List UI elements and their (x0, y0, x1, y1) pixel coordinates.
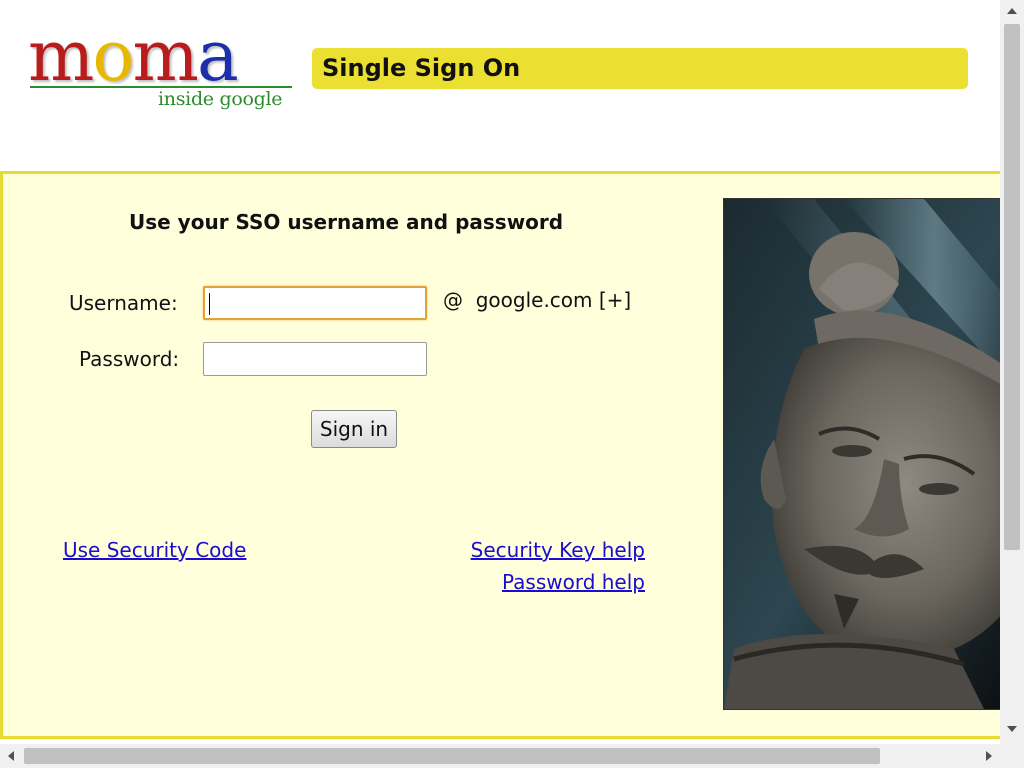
scroll-right-arrow-icon[interactable] (986, 751, 992, 761)
text-caret (209, 293, 210, 315)
signin-button[interactable]: Sign in (311, 410, 397, 448)
username-input[interactable] (203, 286, 427, 320)
horizontal-scroll-thumb[interactable] (24, 748, 880, 764)
vertical-scroll-thumb[interactable] (1004, 24, 1020, 550)
password-input[interactable] (203, 342, 427, 376)
password-help-link[interactable]: Password help (502, 570, 645, 594)
username-label: Username: (69, 291, 178, 315)
statue-illustration (724, 199, 1000, 709)
moma-logo: moma inside google (28, 15, 298, 120)
logo-tagline: inside google (158, 88, 283, 110)
domain-suffix[interactable]: @ google.com [+] (443, 288, 631, 312)
password-label: Password: (79, 347, 180, 371)
terracotta-warrior-photo (723, 198, 1000, 710)
horizontal-scrollbar[interactable] (0, 744, 1000, 768)
use-security-code-link[interactable]: Use Security Code (63, 538, 246, 562)
scrollbar-corner (1000, 744, 1024, 768)
page-viewport: moma inside google Single Sign On Use yo… (0, 0, 1000, 744)
title-bar: Single Sign On (312, 48, 968, 89)
scroll-down-arrow-icon[interactable] (1007, 726, 1017, 732)
page-title: Single Sign On (322, 54, 521, 82)
signin-panel: Use your SSO username and password Usern… (0, 171, 1000, 739)
vertical-scrollbar[interactable] (1000, 0, 1024, 744)
signin-prompt: Use your SSO username and password (129, 210, 564, 234)
security-key-help-link[interactable]: Security Key help (471, 538, 645, 562)
scroll-left-arrow-icon[interactable] (8, 751, 14, 761)
scroll-up-arrow-icon[interactable] (1007, 8, 1017, 14)
